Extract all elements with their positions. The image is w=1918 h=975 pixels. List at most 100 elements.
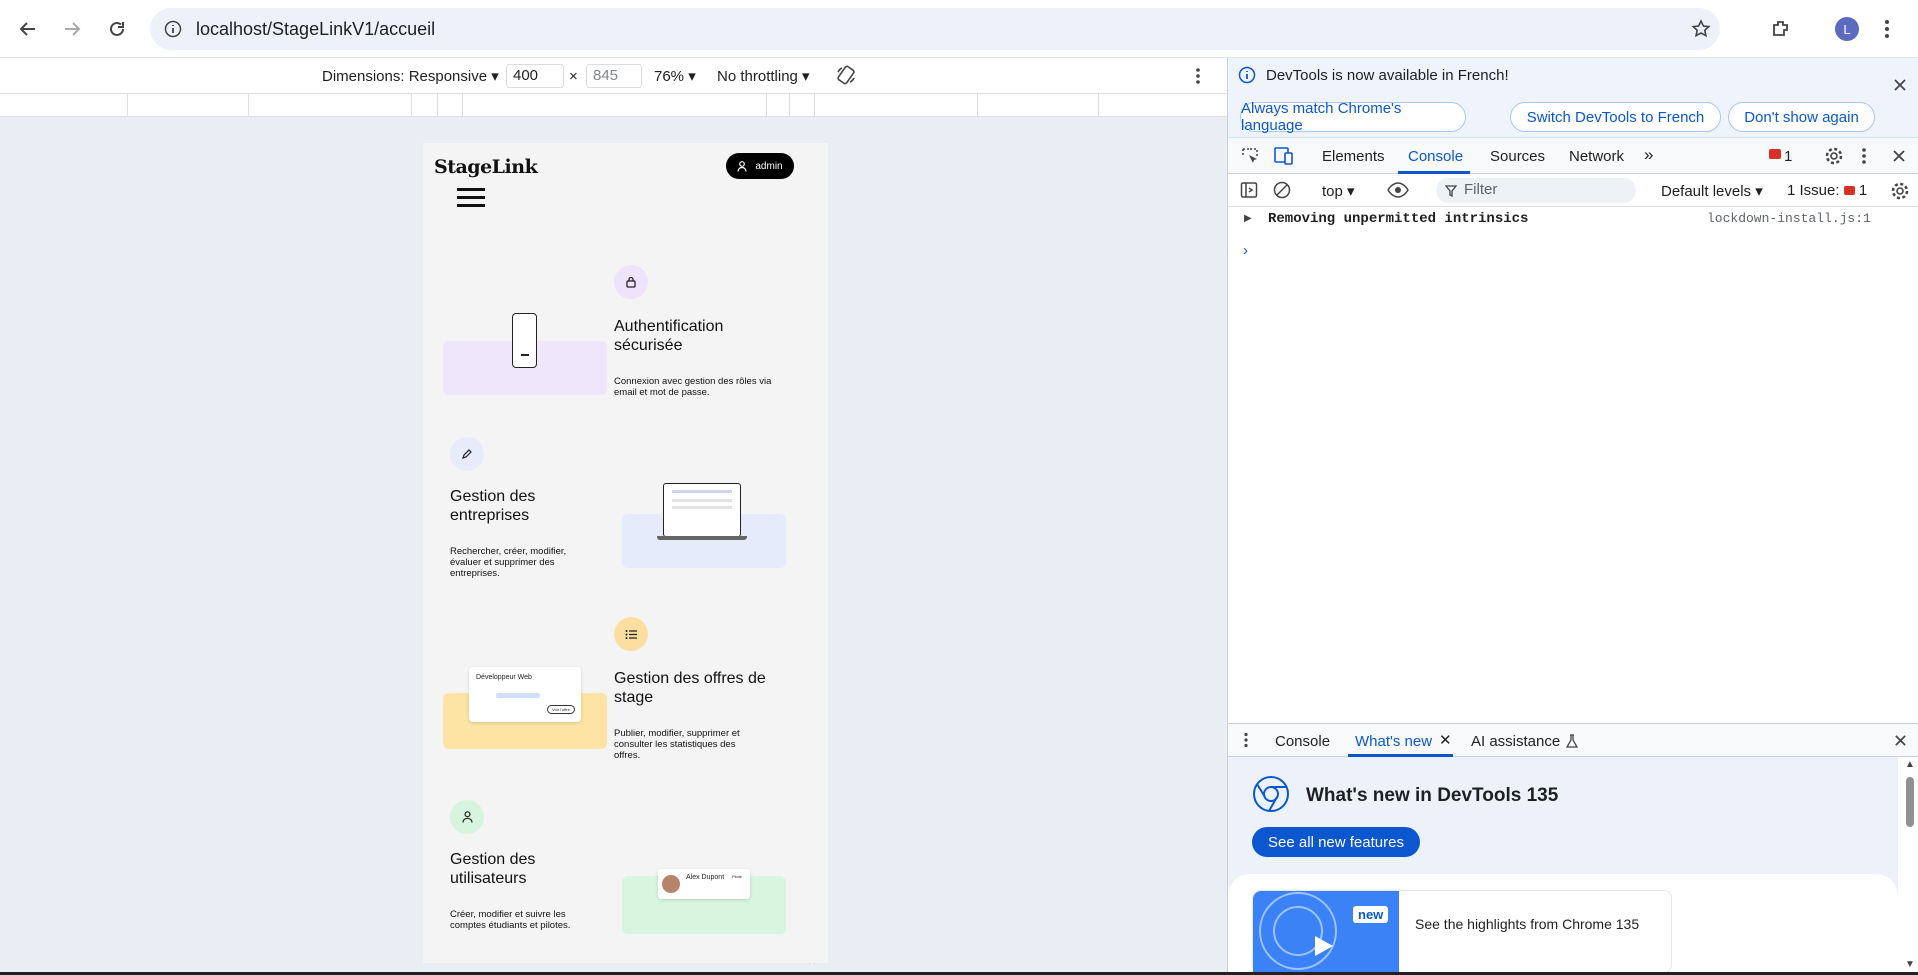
- match-language-button[interactable]: Always match Chrome's language: [1240, 100, 1466, 134]
- whats-new-title: What's new in DevTools 135: [1306, 785, 1559, 806]
- language-infobar: DevTools is now available in French! Alw…: [1228, 58, 1918, 138]
- profile-avatar[interactable]: L: [1835, 17, 1859, 41]
- close-devtools-icon[interactable]: [1892, 149, 1906, 163]
- levels-select[interactable]: Default levels ▾: [1661, 182, 1763, 200]
- laptop-base: [657, 536, 747, 540]
- throttling-select[interactable]: No throttling ▾: [717, 67, 810, 85]
- offer-salary-badge: [496, 693, 540, 698]
- eye-icon[interactable]: [1387, 182, 1409, 198]
- chevron-down-icon: ▾: [802, 68, 810, 85]
- devtools-menu-kebab-icon[interactable]: [1861, 147, 1867, 165]
- menu-kebab-icon[interactable]: [1884, 19, 1890, 39]
- close-drawer-icon[interactable]: [1894, 734, 1907, 747]
- message-source-link[interactable]: lockdown-install.js:1: [1707, 211, 1871, 226]
- filter-placeholder: Filter: [1464, 181, 1498, 198]
- media-query-ruler: [0, 94, 1227, 117]
- bookmark-star-icon[interactable]: [1691, 19, 1711, 39]
- pencil-icon: [450, 437, 484, 471]
- site-logo[interactable]: StageLink: [434, 156, 538, 178]
- offer-view-button: Voir l'offre: [547, 705, 575, 714]
- highlights-text: See the highlights from Chrome 135: [1415, 916, 1640, 932]
- settings-gear-icon[interactable]: [1825, 147, 1843, 165]
- expand-triangle-icon[interactable]: ▶: [1244, 213, 1252, 225]
- feature-title: Gestion des utilisateurs: [450, 851, 536, 887]
- levels-value: Default levels: [1661, 183, 1752, 200]
- whats-new-panel: What's new in DevTools 135 See all new f…: [1228, 757, 1898, 974]
- back-button[interactable]: [12, 13, 44, 45]
- url-text[interactable]: localhost/StageLinkV1/accueil: [196, 19, 435, 40]
- extensions-icon[interactable]: [1770, 18, 1792, 40]
- console-prompt-icon[interactable]: ›: [1243, 242, 1248, 259]
- feature-description: Publier, modifier, supprimer et consulte…: [614, 728, 740, 761]
- clear-console-icon[interactable]: [1273, 181, 1291, 199]
- drawer-tabbar: Console What's new ✕ AI assistance: [1228, 724, 1918, 757]
- issue-error-icon: [1843, 186, 1855, 195]
- site-info-icon[interactable]: [164, 20, 182, 38]
- drawer-tab-ai-assistance[interactable]: AI assistance: [1471, 733, 1560, 750]
- devtools-tabbar: Elements Console Sources Network » 1: [1228, 138, 1918, 174]
- console-message[interactable]: ▶ Removing unpermitted intrinsics lockdo…: [1228, 208, 1918, 232]
- forward-button[interactable]: [56, 13, 88, 45]
- hamburger-menu-icon[interactable]: [457, 188, 485, 207]
- dimensions-select[interactable]: Dimensions: Responsive ▾: [322, 67, 499, 85]
- filter-input[interactable]: Filter: [1436, 178, 1636, 203]
- switch-french-button[interactable]: Switch DevTools to French: [1510, 102, 1721, 132]
- highlights-card[interactable]: new See the highlights from Chrome 135: [1252, 890, 1672, 974]
- issues-link[interactable]: 1 Issue: 1: [1787, 182, 1867, 199]
- tab-elements[interactable]: Elements: [1322, 148, 1385, 165]
- more-tabs-icon[interactable]: »: [1644, 145, 1653, 165]
- user-preview-card: Alex Dupont Pilote: [658, 869, 750, 899]
- chrome-logo-icon: [1253, 776, 1289, 812]
- feature-title: Gestion des entreprises: [450, 488, 536, 524]
- rotate-icon[interactable]: [835, 64, 857, 86]
- filter-funnel-icon: [1445, 185, 1457, 197]
- device-toolbar: Dimensions: Responsive ▾ 400 × 845 76% ▾…: [0, 58, 1227, 94]
- reload-button[interactable]: [101, 13, 133, 45]
- reload-icon: [110, 21, 124, 36]
- arrow-right-icon: [65, 22, 81, 36]
- scroll-up-icon[interactable]: ▲: [1905, 759, 1915, 770]
- drawer-menu-kebab-icon[interactable]: [1243, 732, 1249, 748]
- device-toggle-icon[interactable]: [1272, 146, 1294, 166]
- browser-toolbar: localhost/StageLinkV1/accueil L: [0, 0, 1918, 58]
- user-icon: [737, 160, 747, 172]
- close-icon[interactable]: [1893, 78, 1907, 92]
- dimensions-label: Dimensions: Responsive: [322, 68, 488, 85]
- user-menu-button[interactable]: admin: [726, 153, 794, 179]
- height-input[interactable]: 845: [586, 64, 642, 88]
- chevron-down-icon: ▾: [1347, 183, 1355, 200]
- device-options-kebab-icon[interactable]: [1195, 67, 1201, 85]
- context-select[interactable]: top ▾: [1322, 182, 1355, 200]
- tab-network[interactable]: Network: [1569, 148, 1624, 165]
- sidebar-toggle-icon[interactable]: [1240, 181, 1258, 199]
- inspect-element-icon[interactable]: [1240, 146, 1260, 166]
- see-all-features-button[interactable]: See all new features: [1252, 827, 1420, 857]
- tab-sources[interactable]: Sources: [1490, 148, 1545, 165]
- info-icon: [1238, 66, 1256, 84]
- error-count[interactable]: 1: [1784, 148, 1792, 165]
- video-thumbnail-icon: [1259, 892, 1337, 970]
- drawer-tab-console[interactable]: Console: [1275, 733, 1330, 750]
- list-icon: [614, 617, 648, 651]
- address-bar[interactable]: localhost/StageLinkV1/accueil: [150, 8, 1720, 50]
- console-toolbar: top ▾ Filter Default levels ▾ 1 Issue: 1: [1228, 174, 1918, 207]
- drawer-tab-whats-new[interactable]: What's new: [1355, 733, 1432, 750]
- dont-show-again-button[interactable]: Don't show again: [1728, 102, 1875, 132]
- throttling-value: No throttling: [717, 68, 798, 85]
- devtools-panel: DevTools is now available in French! Alw…: [1227, 58, 1918, 974]
- zoom-select[interactable]: 76% ▾: [654, 67, 696, 85]
- highlights-thumbnail: new: [1253, 891, 1399, 974]
- drawer-scrollbar[interactable]: ▲ ▼: [1901, 757, 1918, 973]
- user-name: Alex Dupont: [686, 874, 725, 881]
- width-input[interactable]: 400: [506, 64, 564, 88]
- message-text: Removing unpermitted intrinsics: [1268, 211, 1529, 227]
- user-label: admin: [755, 160, 783, 172]
- scrollbar-thumb[interactable]: [1906, 777, 1914, 827]
- console-settings-gear-icon[interactable]: [1891, 182, 1909, 200]
- info-text: DevTools is now available in French!: [1266, 67, 1509, 84]
- close-tab-icon[interactable]: ✕: [1439, 731, 1452, 749]
- emulated-page: StageLink admin Authentification sécuris…: [423, 143, 828, 963]
- scroll-down-icon[interactable]: ▼: [1905, 959, 1915, 970]
- tab-console[interactable]: Console: [1408, 148, 1463, 165]
- phone-illustration: [512, 313, 537, 368]
